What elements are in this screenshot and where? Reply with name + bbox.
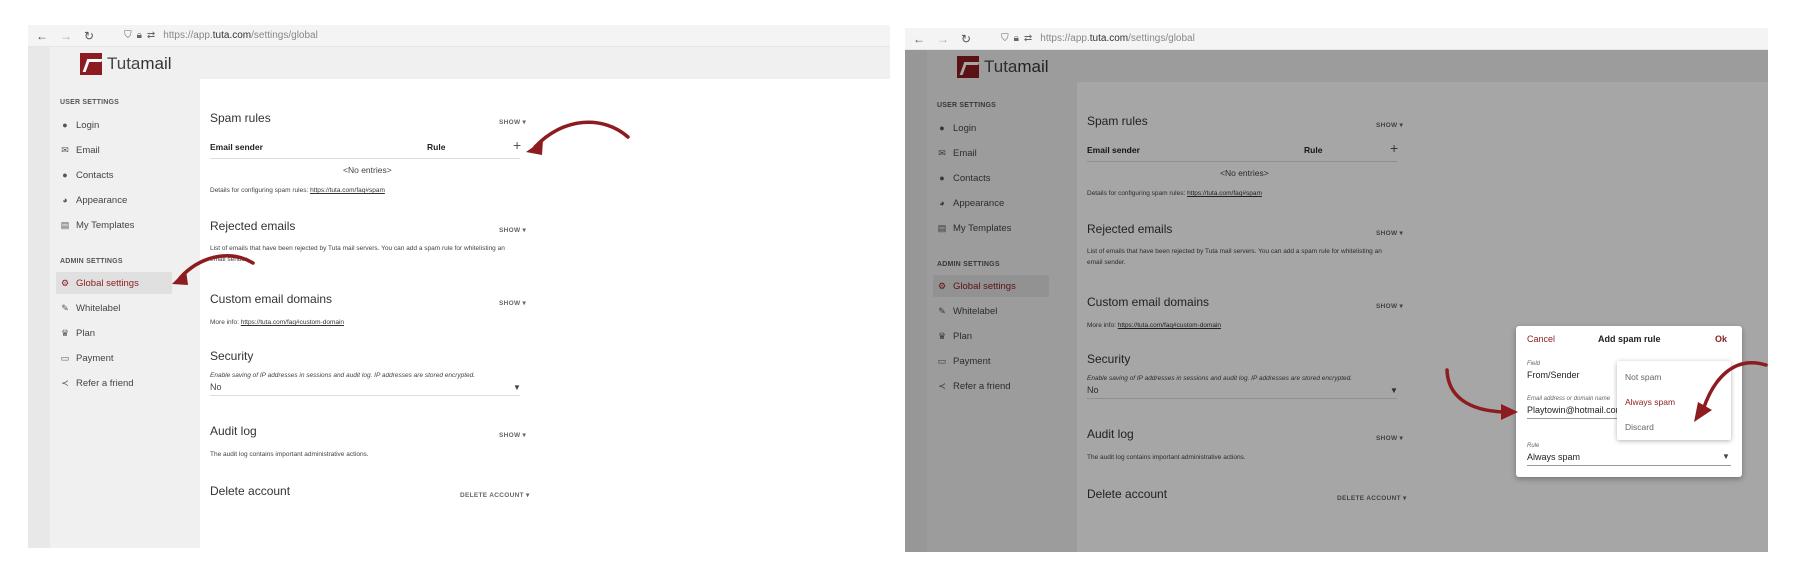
sidebar-item-refer[interactable]: ≺ Refer a friend <box>56 372 171 394</box>
field-label: Field <box>1527 361 1541 367</box>
rule-label: Rule <box>1527 443 1540 449</box>
screenshot-left: ← → ↻ ⛉ 🔒︎ ⇄ https://app.tuta.com/settin… <box>28 25 890 548</box>
left-rail <box>28 47 50 548</box>
rejected-title: Rejected emails <box>210 219 296 233</box>
lock-icon: 🔒︎ <box>1013 33 1019 44</box>
spam-link[interactable]: https://tuta.com/faq#spam <box>310 187 385 194</box>
shield-icon: ⛉ <box>1001 33 1009 44</box>
lock-icon: 🔒︎ <box>136 30 142 41</box>
shield-icon: ⛉ <box>124 30 132 41</box>
forward-icon[interactable]: → <box>937 32 949 46</box>
rejected-show-button[interactable]: SHOW ▾ <box>499 226 526 234</box>
contacts-icon: ● <box>62 170 68 180</box>
templates-icon: ▤ <box>60 219 70 230</box>
arrow-to-address-icon <box>1445 368 1518 420</box>
forward-icon[interactable]: → <box>60 29 72 43</box>
security-desc: Enable saving of IP addresses in session… <box>210 372 476 379</box>
back-icon[interactable]: ← <box>36 29 48 43</box>
domains-link[interactable]: https://tuta.com/faq#custom-domain <box>241 319 344 326</box>
logo: Tutamail <box>80 53 172 75</box>
option-discard[interactable]: Discard <box>1625 422 1654 432</box>
sidebar-item-global-settings[interactable]: ⚙ Global settings <box>56 272 172 294</box>
wand-icon: ✎ <box>61 302 69 313</box>
card-icon: ▭ <box>60 352 70 363</box>
security-underline <box>210 395 520 396</box>
ok-button[interactable]: Ok <box>1715 334 1727 344</box>
trophy-icon: ♛ <box>60 327 70 338</box>
spam-rules-title: Spam rules <box>210 111 271 125</box>
domains-title: Custom email domains <box>210 292 333 306</box>
sidebar-item-whitelabel[interactable]: ✎ Whitelabel <box>56 297 171 319</box>
audit-show-button[interactable]: SHOW ▾ <box>499 431 526 439</box>
back-icon[interactable]: ← <box>913 32 925 46</box>
dialog-title: Add spam rule <box>1598 334 1661 344</box>
address-input[interactable]: Playtowin@hotmail.com <box>1527 405 1619 415</box>
spam-details: Details for configuring spam rules: http… <box>210 187 385 194</box>
security-title: Security <box>210 349 254 363</box>
field-select[interactable]: From/Sender <box>1527 370 1580 380</box>
permissions-icon: ⇄ <box>1023 33 1033 44</box>
col-email-sender: Email sender <box>210 142 263 152</box>
cancel-button[interactable]: Cancel <box>1527 334 1555 344</box>
browser-url-bar[interactable]: ← → ↻ ⛉ 🔒︎ ⇄ https://app.tuta.com/settin… <box>28 25 890 47</box>
palette-icon: ◕ <box>62 195 68 205</box>
url-text[interactable]: https://app.tuta.com/settings/global <box>1040 33 1195 44</box>
table-divider <box>210 158 520 159</box>
domains-info: More info: https://tuta.com/faq#custom-d… <box>210 319 345 326</box>
logo-text: Tutamail <box>107 54 172 73</box>
tuta-logo-icon <box>80 53 102 75</box>
browser-url-bar-2[interactable]: ← → ↻ ⛉ 🔒︎ ⇄ https://app.tuta.com/settin… <box>905 28 1768 50</box>
sidebar-item-payment[interactable]: ▭ Payment <box>56 347 171 369</box>
address-underline <box>1527 418 1619 419</box>
reload-icon[interactable]: ↻ <box>961 32 971 46</box>
audit-title: Audit log <box>210 424 257 438</box>
rule-underline <box>1527 465 1731 466</box>
sidebar-item-login[interactable]: ● Login <box>56 114 171 136</box>
sidebar-item-contacts[interactable]: ● Contacts <box>56 164 171 186</box>
person-icon: ● <box>62 120 68 130</box>
col-rule: Rule <box>427 142 446 152</box>
envelope-icon: ✉ <box>61 144 69 155</box>
gear-icon: ⚙ <box>60 277 70 288</box>
rule-select[interactable]: Always spam <box>1527 452 1580 462</box>
arrow-to-always-spam-icon <box>1694 361 1768 422</box>
sidebar-item-templates[interactable]: ▤ My Templates <box>56 214 171 236</box>
sidebar-item-email[interactable]: ✉ Email <box>56 139 171 161</box>
no-entries: <No entries> <box>343 165 392 175</box>
delete-account-button[interactable]: DELETE ACCOUNT ▾ <box>460 491 530 499</box>
user-settings-heading: USER SETTINGS <box>60 99 119 106</box>
sidebar-item-appearance[interactable]: ◕ Appearance <box>56 189 171 211</box>
arrow-to-plus-icon <box>526 120 630 155</box>
security-select[interactable]: No <box>210 382 222 393</box>
option-not-spam[interactable]: Not spam <box>1625 372 1661 382</box>
chevron-down-icon[interactable]: ▼ <box>513 382 521 393</box>
share-icon: ≺ <box>61 377 69 388</box>
option-always-spam[interactable]: Always spam <box>1625 397 1675 407</box>
chevron-down-icon[interactable]: ▼ <box>1722 451 1730 462</box>
domains-show-button[interactable]: SHOW ▾ <box>499 299 526 307</box>
delete-title: Delete account <box>210 484 291 498</box>
permissions-icon: ⇄ <box>146 30 156 41</box>
arrow-to-global-settings-icon <box>172 254 255 285</box>
sidebar-item-plan[interactable]: ♛ Plan <box>56 322 171 344</box>
add-spam-rule-button[interactable]: + <box>513 137 521 153</box>
admin-settings-heading: ADMIN SETTINGS <box>60 258 123 265</box>
screenshot-right: ← → ↻ ⛉ 🔒︎ ⇄ https://app.tuta.com/settin… <box>905 28 1768 552</box>
url-text[interactable]: https://app.tuta.com/settings/global <box>163 30 318 41</box>
address-label: Email address or domain name <box>1527 396 1611 402</box>
reload-icon[interactable]: ↻ <box>84 29 94 43</box>
audit-desc: The audit log contains important adminis… <box>210 451 369 458</box>
